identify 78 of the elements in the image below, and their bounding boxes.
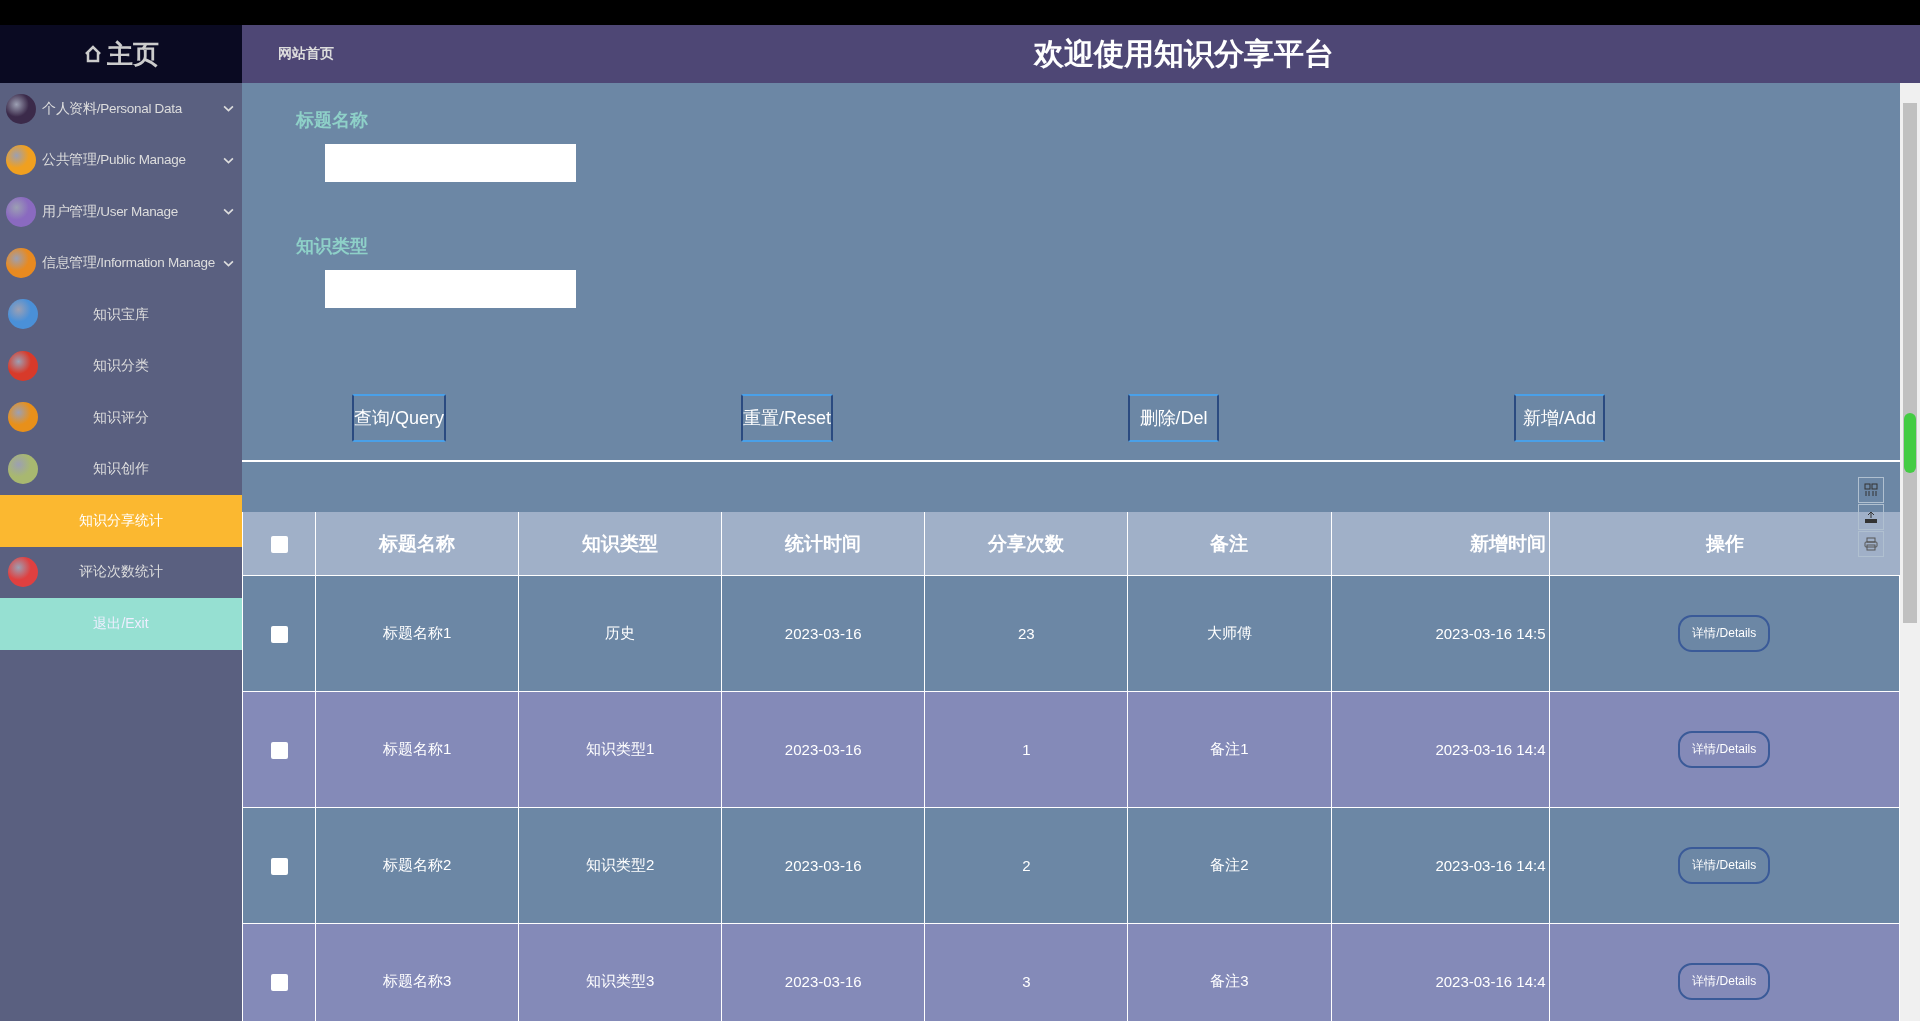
column-header: 新增时间 [1331,512,1549,576]
column-header: 统计时间 [721,512,925,576]
planet-icon [6,196,36,227]
table-cell: 2023-03-16 [721,807,925,924]
action-button[interactable]: 重置/Reset [741,394,834,442]
table-cell: 2023-03-16 [721,691,925,808]
site-home-link[interactable]: 网站首页 [278,45,334,63]
page-title: 欢迎使用知识分享平台 [1034,35,1334,72]
planet-icon [8,402,38,432]
input-field[interactable] [325,144,576,182]
sidebar-item[interactable]: 公共管理/Public Manage [0,134,242,186]
home-icon [83,44,103,64]
sidebar-item[interactable]: 知识宝库 [0,289,242,341]
table-cell: 3 [924,923,1128,1021]
column-header: 操作 [1549,512,1900,576]
column-header: 标题名称 [315,512,519,576]
export-icon[interactable] [1858,504,1884,530]
sidebar-item[interactable]: 知识创作 [0,443,242,495]
table-cell: 标题名称1 [315,691,519,808]
table-cell: 大师傅 [1127,575,1331,692]
table-cell: 1 [924,691,1128,808]
print-icon[interactable] [1858,531,1884,557]
table-cell: 2023-03-16 [721,575,925,692]
column-header: 分享次数 [924,512,1128,576]
sidebar-item[interactable]: 用户管理/User Manage [0,186,242,238]
table-cell: 标题名称1 [315,575,519,692]
planet-icon [6,145,36,176]
planet-icon [8,350,38,381]
table-cell: 备注1 [1127,691,1331,808]
table-cell: 备注2 [1127,807,1331,924]
table-cell: 2023-03-16 14:4 [1331,691,1549,808]
details-button[interactable]: 详情/Details [1678,615,1771,652]
table-cell: 知识类型3 [518,923,722,1021]
table-cell: 2023-03-16 14:4 [1331,923,1549,1021]
details-button[interactable]: 详情/Details [1678,731,1771,768]
sidebar-item[interactable]: 评论次数统计 [0,546,242,598]
planet-icon [6,93,36,124]
action-button[interactable]: 新增/Add [1514,394,1605,442]
table-cell: 标题名称2 [315,807,519,924]
row-checkbox[interactable] [270,625,288,643]
table-cell: 历史 [518,575,722,692]
column-header: 知识类型 [518,512,722,576]
columns-icon[interactable] [1858,477,1884,503]
filter-label: 标题名称 [296,109,369,132]
filter-label: 知识类型 [296,235,369,258]
row-checkbox[interactable] [270,857,288,875]
scrollbar[interactable] [1900,83,1920,1021]
sidebar-item[interactable]: 个人资料/Personal Data [0,83,242,135]
select-all-checkbox[interactable] [270,536,288,553]
chevron-down-icon [223,105,234,113]
table-cell: 2 [924,807,1128,924]
action-button[interactable]: 删除/Del [1128,394,1220,442]
planet-icon [6,248,36,279]
home-link[interactable]: 主页 [107,36,159,72]
row-checkbox[interactable] [270,973,288,991]
table-cell: 备注3 [1127,923,1331,1021]
input-field[interactable] [325,270,576,308]
chevron-down-icon [223,156,234,164]
table-cell: 标题名称3 [315,923,519,1021]
action-button[interactable]: 查询/Query [352,394,447,442]
table-cell: 知识类型1 [518,691,722,808]
details-button[interactable]: 详情/Details [1678,963,1771,1000]
table-cell: 23 [924,575,1128,692]
sidebar-item[interactable]: 知识分类 [0,340,242,392]
planet-icon [8,556,38,587]
table-cell: 2023-03-16 [721,923,925,1021]
details-button[interactable]: 详情/Details [1678,847,1771,884]
planet-icon [8,453,38,484]
table-cell: 2023-03-16 14:5 [1331,575,1549,692]
table-cell: 2023-03-16 14:4 [1331,807,1549,924]
chevron-down-icon [223,208,234,216]
row-checkbox[interactable] [270,741,288,759]
planet-icon [8,299,38,329]
column-header: 备注 [1127,512,1331,576]
table-cell: 知识类型2 [518,807,722,924]
sidebar-item[interactable]: 信息管理/Information Manage [0,237,242,289]
sidebar-item[interactable]: 知识评分 [0,392,242,444]
chevron-down-icon [223,259,234,267]
